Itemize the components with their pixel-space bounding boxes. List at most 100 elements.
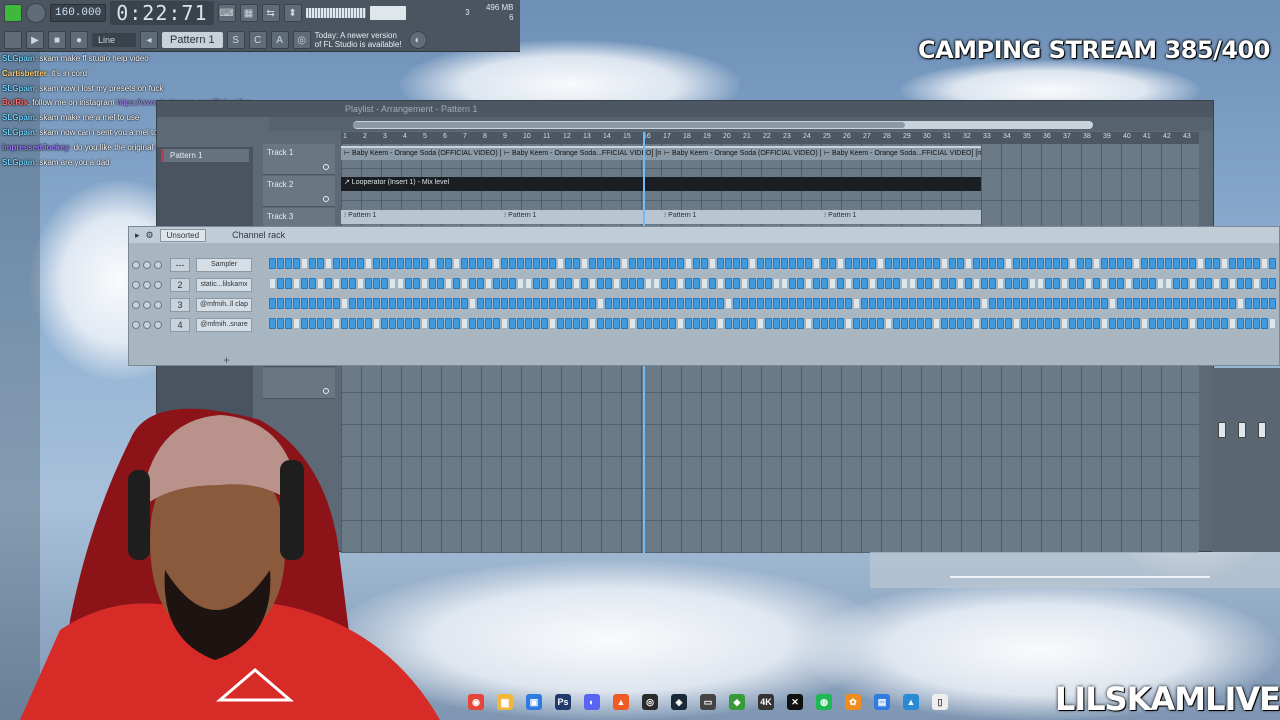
step-button[interactable] bbox=[1045, 278, 1052, 289]
step-button[interactable] bbox=[629, 318, 636, 329]
step-button[interactable] bbox=[1053, 258, 1060, 269]
step-button[interactable] bbox=[1077, 318, 1084, 329]
step-button[interactable] bbox=[669, 298, 676, 309]
step-button[interactable] bbox=[701, 298, 708, 309]
mute-icon[interactable] bbox=[132, 261, 140, 269]
step-button[interactable] bbox=[621, 278, 628, 289]
step-button[interactable] bbox=[317, 298, 324, 309]
step-button[interactable] bbox=[1253, 258, 1260, 269]
stop-icon[interactable]: ■ bbox=[48, 31, 66, 49]
step-button[interactable] bbox=[357, 278, 364, 289]
step-button[interactable] bbox=[1221, 258, 1228, 269]
pan-knob[interactable] bbox=[143, 301, 151, 309]
step-button[interactable] bbox=[925, 278, 932, 289]
step-button[interactable] bbox=[1181, 298, 1188, 309]
step-button[interactable] bbox=[301, 318, 308, 329]
step-button[interactable] bbox=[1077, 298, 1084, 309]
step-button[interactable] bbox=[1173, 298, 1180, 309]
photos-icon[interactable]: ▲ bbox=[903, 694, 919, 710]
step-button[interactable] bbox=[925, 258, 932, 269]
step-button[interactable] bbox=[981, 258, 988, 269]
step-button[interactable] bbox=[1125, 318, 1132, 329]
step-button[interactable] bbox=[925, 318, 932, 329]
step-button[interactable] bbox=[877, 318, 884, 329]
step-button[interactable] bbox=[901, 278, 908, 289]
step-button[interactable] bbox=[285, 258, 292, 269]
step-button[interactable] bbox=[341, 298, 348, 309]
step-button[interactable] bbox=[1069, 278, 1076, 289]
step-button[interactable] bbox=[1189, 318, 1196, 329]
game-icon[interactable]: ◆ bbox=[729, 694, 745, 710]
step-button[interactable] bbox=[749, 298, 756, 309]
channel-mixer-track[interactable]: --- bbox=[170, 258, 190, 272]
step-button[interactable] bbox=[789, 318, 796, 329]
step-button[interactable] bbox=[1237, 258, 1244, 269]
step-button[interactable] bbox=[1149, 258, 1156, 269]
step-button[interactable] bbox=[1141, 298, 1148, 309]
step-button[interactable] bbox=[509, 298, 516, 309]
step-button[interactable] bbox=[973, 278, 980, 289]
step-button[interactable] bbox=[333, 278, 340, 289]
step-button[interactable] bbox=[269, 318, 276, 329]
step-button[interactable] bbox=[509, 258, 516, 269]
step-button[interactable] bbox=[757, 318, 764, 329]
step-button[interactable] bbox=[525, 318, 532, 329]
step-button[interactable] bbox=[1141, 318, 1148, 329]
step-button[interactable] bbox=[453, 298, 460, 309]
step-button[interactable] bbox=[389, 258, 396, 269]
step-button[interactable] bbox=[1261, 258, 1268, 269]
step-button[interactable] bbox=[605, 298, 612, 309]
step-button[interactable] bbox=[1269, 278, 1276, 289]
step-button[interactable] bbox=[533, 278, 540, 289]
step-button[interactable] bbox=[957, 298, 964, 309]
4k-icon[interactable]: 4K bbox=[758, 694, 774, 710]
step-button[interactable] bbox=[1261, 278, 1268, 289]
step-button[interactable] bbox=[445, 278, 452, 289]
step-button[interactable] bbox=[501, 278, 508, 289]
step-button[interactable] bbox=[741, 318, 748, 329]
step-button[interactable] bbox=[917, 258, 924, 269]
step-button[interactable] bbox=[821, 318, 828, 329]
step-button[interactable] bbox=[821, 258, 828, 269]
step-button[interactable] bbox=[1045, 318, 1052, 329]
scroll-thumb[interactable] bbox=[353, 122, 905, 128]
step-button[interactable] bbox=[805, 258, 812, 269]
step-button[interactable] bbox=[1213, 258, 1220, 269]
step-button[interactable] bbox=[389, 278, 396, 289]
step-button[interactable] bbox=[1221, 278, 1228, 289]
step-button[interactable] bbox=[381, 258, 388, 269]
step-button[interactable] bbox=[1245, 278, 1252, 289]
step-button[interactable] bbox=[597, 298, 604, 309]
step-button[interactable] bbox=[1021, 318, 1028, 329]
step-button[interactable] bbox=[781, 318, 788, 329]
step-button[interactable] bbox=[933, 298, 940, 309]
step-button[interactable] bbox=[1229, 298, 1236, 309]
step-button[interactable] bbox=[1181, 318, 1188, 329]
step-button[interactable] bbox=[277, 298, 284, 309]
step-sequencer[interactable] bbox=[269, 318, 1280, 330]
step-button[interactable] bbox=[445, 258, 452, 269]
audio-clip[interactable]: ⊢ Baby Keem - Orange Soda (OFFICIAL VIDE… bbox=[661, 146, 821, 160]
step-button[interactable] bbox=[445, 318, 452, 329]
step-button[interactable] bbox=[541, 318, 548, 329]
step-button[interactable] bbox=[445, 298, 452, 309]
mute-icon[interactable] bbox=[132, 281, 140, 289]
step-button[interactable] bbox=[653, 278, 660, 289]
step-button[interactable] bbox=[949, 298, 956, 309]
step-button[interactable] bbox=[1101, 318, 1108, 329]
step-button[interactable] bbox=[429, 258, 436, 269]
step-button[interactable] bbox=[373, 298, 380, 309]
step-button[interactable] bbox=[485, 278, 492, 289]
steam-icon[interactable]: ◈ bbox=[671, 694, 687, 710]
step-button[interactable] bbox=[989, 278, 996, 289]
step-button[interactable] bbox=[965, 318, 972, 329]
step-button[interactable] bbox=[845, 298, 852, 309]
step-button[interactable] bbox=[341, 258, 348, 269]
step-button[interactable] bbox=[1117, 318, 1124, 329]
step-button[interactable] bbox=[893, 318, 900, 329]
step-button[interactable] bbox=[1149, 278, 1156, 289]
step-button[interactable] bbox=[845, 318, 852, 329]
step-button[interactable] bbox=[1237, 318, 1244, 329]
obs-icon[interactable]: ◎ bbox=[642, 694, 658, 710]
step-button[interactable] bbox=[389, 298, 396, 309]
